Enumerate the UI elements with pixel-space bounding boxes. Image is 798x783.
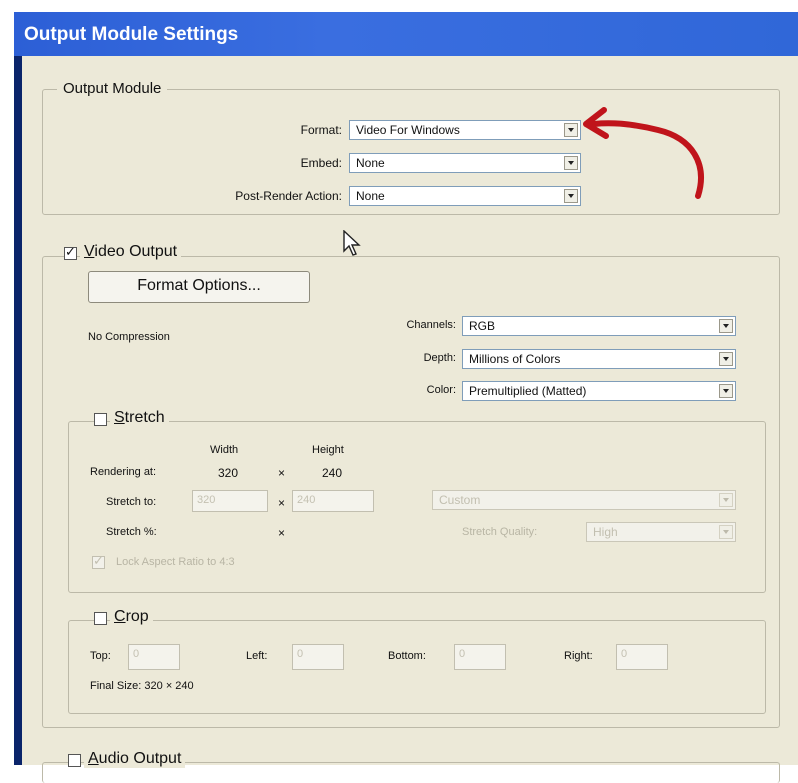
crop-left-label: Left: [246,650,268,662]
chevron-down-icon[interactable] [719,384,733,398]
stretch-to-times: × [278,496,286,510]
stretch-label[interactable]: Stretch [110,409,169,427]
channels-value: RGB [469,319,496,333]
rendering-at-label: Rendering at: [90,466,157,478]
color-value: Premultiplied (Matted) [469,384,587,398]
stretch-to-width-input[interactable]: 320 [192,490,268,512]
compression-text: No Compression [88,331,170,343]
post-render-action-value: None [356,189,385,203]
crop-right-input[interactable]: 0 [616,644,668,670]
chevron-down-icon[interactable] [719,525,733,539]
chevron-down-icon[interactable] [719,352,733,366]
chevron-down-icon[interactable] [564,156,578,170]
stretch-to-width-value: 320 [197,494,216,506]
stretch-percent-times: × [278,526,286,540]
embed-label: Embed: [300,156,342,170]
depth-select[interactable]: Millions of Colors [462,349,736,369]
stretch-percent-label: Stretch %: [106,526,157,538]
depth-value: Millions of Colors [469,352,561,366]
chevron-down-icon[interactable] [564,189,578,203]
output-module-legend: Output Module [57,80,168,97]
title-bar[interactable]: Output Module Settings [14,12,798,56]
depth-label: Depth: [423,352,456,364]
crop-bottom-value: 0 [459,648,466,660]
embed-select[interactable]: None [349,153,581,173]
mouse-pointer-icon [343,230,361,256]
post-render-action-label: Post-Render Action: [235,189,342,203]
stretch-checkbox[interactable] [94,413,107,426]
stretch-quality-label: Stretch Quality: [462,526,538,538]
rendering-times: × [278,466,286,480]
crop-right-value: 0 [621,648,628,660]
video-output-label[interactable]: Video Output [80,243,182,261]
audio-output-label[interactable]: Audio Output [84,750,186,768]
color-label: Color: [426,384,456,396]
crop-top-input[interactable]: 0 [128,644,180,670]
post-render-action-select[interactable]: None [349,186,581,206]
stretch-to-height-input[interactable]: 240 [292,490,374,512]
crop-label[interactable]: Crop [110,608,153,626]
crop-left-input[interactable]: 0 [292,644,344,670]
rendering-height: 240 [322,466,343,480]
crop-bottom-input[interactable]: 0 [454,644,506,670]
video-output-checkbox[interactable] [64,244,77,260]
color-select[interactable]: Premultiplied (Matted) [462,381,736,401]
crop-right-label: Right: [564,650,593,662]
format-options-button[interactable]: Format Options... [88,271,310,303]
final-size-text: Final Size: 320 × 240 [90,680,194,692]
stretch-preset-select[interactable]: Custom [432,490,736,510]
stretch-quality-select[interactable]: High [586,522,736,542]
crop-top-label: Top: [90,650,111,662]
width-header: Width [210,444,239,456]
window-title: Output Module Settings [24,24,239,45]
lock-aspect-checkbox[interactable] [92,553,105,569]
chevron-down-icon[interactable] [719,319,733,333]
crop-checkbox[interactable] [94,612,107,625]
audio-output-checkbox[interactable] [68,754,81,767]
rendering-width: 320 [218,466,239,480]
stretch-quality-value: High [593,525,618,539]
chevron-down-icon[interactable] [564,123,578,137]
format-options-label: Format Options... [137,277,261,294]
embed-value: None [356,156,385,170]
stretch-preset-value: Custom [439,493,481,507]
channels-label: Channels: [406,319,456,331]
lock-aspect-label: Lock Aspect Ratio to 4:3 [116,556,235,568]
format-value: Video For Windows [356,123,460,137]
crop-top-value: 0 [133,648,140,660]
height-header: Height [312,444,344,456]
annotation-arrow-icon [583,107,704,199]
format-select[interactable]: Video For Windows [349,120,581,140]
crop-left-value: 0 [297,648,304,660]
channels-select[interactable]: RGB [462,316,736,336]
stretch-to-label: Stretch to: [106,496,157,508]
format-label: Format: [300,123,342,137]
stretch-to-height-value: 240 [297,494,316,506]
crop-bottom-label: Bottom: [388,650,426,662]
chevron-down-icon[interactable] [719,493,733,507]
